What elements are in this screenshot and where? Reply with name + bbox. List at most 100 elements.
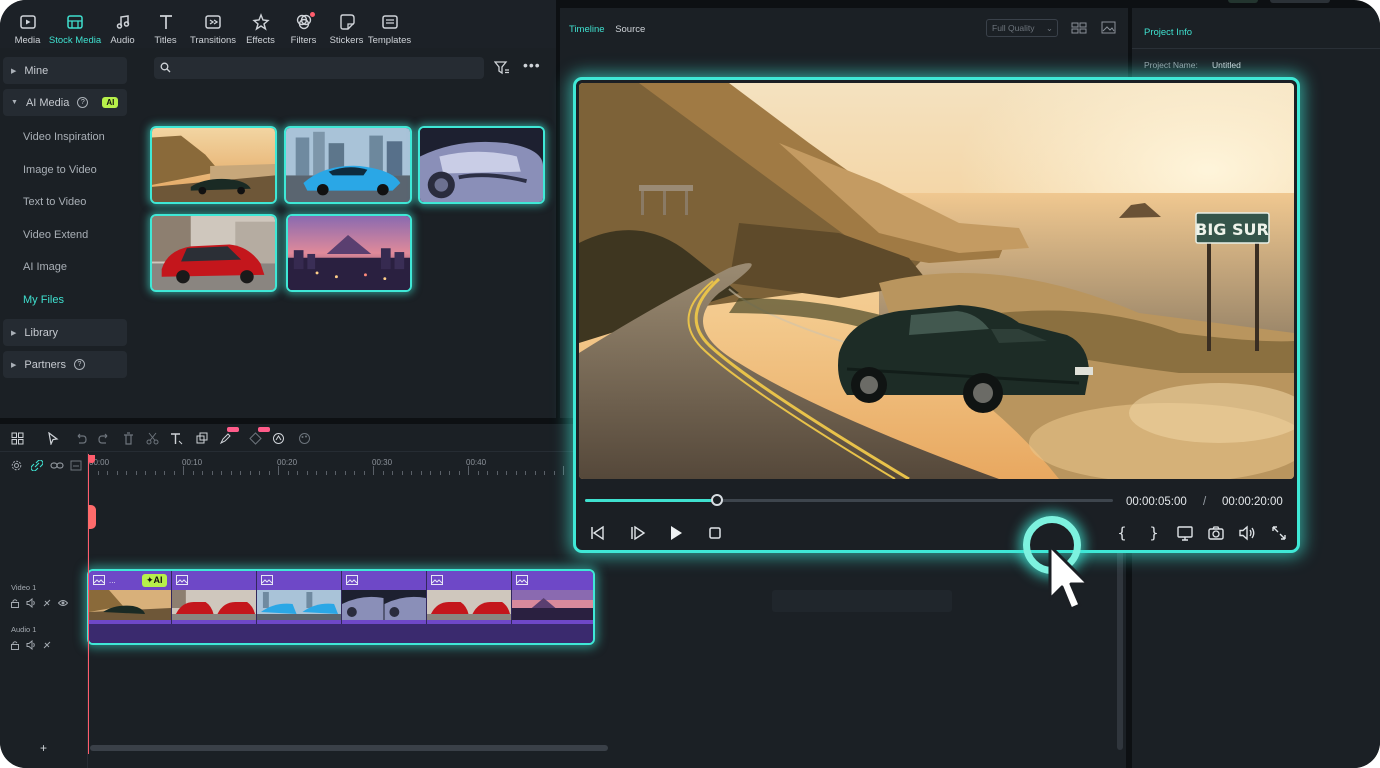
tool-media[interactable]: Media bbox=[6, 0, 49, 48]
horizontal-scrollbar[interactable] bbox=[90, 745, 608, 751]
add-track-button[interactable]: + bbox=[40, 741, 47, 755]
video-clip-group[interactable]: ... ✦AI bbox=[87, 569, 595, 645]
tab-timeline[interactable]: Timeline bbox=[569, 24, 605, 35]
link-off-icon[interactable] bbox=[42, 640, 52, 650]
redo-icon[interactable] bbox=[98, 432, 111, 445]
thumbnail-image bbox=[152, 128, 275, 202]
nav-ai-media[interactable]: ▼ AI Media ? AI bbox=[3, 89, 127, 116]
next-frame-button[interactable] bbox=[629, 524, 647, 542]
media-thumb-coastal-car[interactable] bbox=[150, 126, 277, 204]
tab-source[interactable]: Source bbox=[615, 24, 645, 35]
clip-1[interactable]: ... ✦AI bbox=[89, 571, 171, 624]
quality-value: Full Quality bbox=[992, 23, 1035, 33]
nav-image-to-video[interactable]: Image to Video bbox=[0, 154, 140, 187]
help-icon[interactable]: ? bbox=[77, 97, 89, 108]
expand-triangle-icon: ▶ bbox=[11, 67, 17, 75]
tool-media-label: Media bbox=[14, 35, 41, 46]
stop-button[interactable] bbox=[706, 524, 724, 542]
chain-link-icon[interactable] bbox=[50, 460, 64, 471]
search-input[interactable] bbox=[154, 57, 484, 79]
undo-icon[interactable] bbox=[74, 432, 87, 445]
mark-out-button[interactable]: } bbox=[1145, 524, 1163, 542]
subtitle-track-icon[interactable] bbox=[70, 460, 82, 471]
color-palette-icon[interactable] bbox=[298, 432, 311, 445]
link-icon[interactable] bbox=[31, 460, 43, 471]
tool-transitions[interactable]: Transitions bbox=[187, 0, 239, 48]
top-action-button[interactable] bbox=[1228, 0, 1258, 3]
top-export-button[interactable] bbox=[1270, 0, 1330, 3]
settings-gear-icon[interactable] bbox=[11, 460, 22, 471]
nav-mine[interactable]: ▶ Mine bbox=[3, 57, 127, 84]
playback-progress-bar[interactable] bbox=[585, 494, 1113, 506]
fullscreen-button[interactable] bbox=[1270, 524, 1288, 542]
video-track-controls bbox=[10, 598, 68, 608]
tool-effects[interactable]: Effects bbox=[239, 0, 282, 48]
tool-stock-media[interactable]: Stock Media bbox=[49, 0, 101, 48]
previous-frame-button[interactable] bbox=[588, 524, 606, 542]
play-icon bbox=[671, 526, 682, 540]
volume-icon[interactable] bbox=[26, 598, 36, 608]
nav-video-extend[interactable]: Video Extend bbox=[0, 219, 140, 252]
video-frame[interactable]: BIG SUR bbox=[579, 83, 1294, 479]
crop-icon[interactable] bbox=[195, 432, 208, 445]
lock-icon[interactable] bbox=[10, 598, 20, 608]
nav-my-files[interactable]: My Files bbox=[0, 284, 140, 317]
stickers-icon bbox=[339, 14, 355, 30]
nav-video-inspiration[interactable]: Video Inspiration bbox=[0, 121, 140, 154]
tool-audio[interactable]: Audio bbox=[101, 0, 144, 48]
ai-magic-icon[interactable] bbox=[272, 432, 285, 445]
tool-stickers[interactable]: Stickers bbox=[325, 0, 368, 48]
cut-scissors-icon[interactable] bbox=[146, 432, 159, 445]
display-settings-button[interactable] bbox=[1176, 524, 1194, 542]
clip-6[interactable] bbox=[511, 571, 593, 624]
select-pointer-icon[interactable] bbox=[47, 432, 60, 445]
nav-ai-image[interactable]: AI Image bbox=[0, 251, 140, 284]
lock-icon[interactable] bbox=[10, 640, 20, 650]
quality-dropdown[interactable]: Full Quality ⌄ bbox=[986, 19, 1058, 37]
text-tool-icon[interactable] bbox=[170, 432, 183, 445]
marker-pen-icon[interactable] bbox=[219, 432, 232, 445]
image-view-icon[interactable] bbox=[1101, 21, 1116, 34]
filter-icon[interactable] bbox=[494, 60, 510, 76]
clip-4[interactable] bbox=[341, 571, 426, 624]
play-button[interactable] bbox=[667, 524, 685, 542]
clip-3[interactable] bbox=[256, 571, 341, 624]
current-time: 00:00:05:00 bbox=[1126, 496, 1187, 508]
playhead-handle[interactable] bbox=[88, 455, 95, 463]
thumbnail-image bbox=[288, 216, 410, 290]
nav-library[interactable]: ▶ Library bbox=[3, 319, 127, 346]
media-thumb-silver-sportscar[interactable] bbox=[418, 126, 545, 204]
media-thumb-city-sunset[interactable] bbox=[286, 214, 412, 292]
link-off-icon[interactable] bbox=[42, 598, 52, 608]
tool-templates[interactable]: Templates bbox=[368, 0, 411, 48]
progress-scrubber-handle[interactable] bbox=[711, 494, 723, 506]
project-info-title[interactable]: Project Info bbox=[1144, 27, 1192, 38]
clip-2[interactable] bbox=[171, 571, 256, 624]
linked-audio-row[interactable] bbox=[89, 624, 593, 643]
eye-icon[interactable] bbox=[58, 598, 68, 608]
new-badge bbox=[258, 427, 270, 432]
keyframe-icon[interactable] bbox=[249, 432, 262, 445]
clip-5[interactable] bbox=[426, 571, 511, 624]
tool-filters[interactable]: Filters bbox=[282, 0, 325, 48]
clip-thumbnail-strip bbox=[512, 590, 593, 620]
volume-icon[interactable] bbox=[26, 640, 36, 650]
volume-button[interactable] bbox=[1238, 524, 1256, 542]
more-options-icon[interactable]: ••• bbox=[523, 57, 541, 73]
grid-view-icon[interactable] bbox=[1071, 22, 1087, 34]
vertical-scrollbar[interactable] bbox=[1117, 540, 1123, 750]
help-icon[interactable]: ? bbox=[73, 359, 85, 370]
nav-text-to-video[interactable]: Text to Video bbox=[0, 186, 140, 219]
image-clip-icon bbox=[176, 575, 188, 585]
snapshot-button[interactable] bbox=[1207, 524, 1225, 542]
media-thumb-blue-supercar[interactable] bbox=[284, 126, 412, 204]
delete-icon[interactable] bbox=[122, 432, 135, 445]
layout-grid-icon[interactable] bbox=[11, 432, 24, 445]
playhead-drag-tab[interactable] bbox=[88, 505, 96, 529]
nav-partners[interactable]: ▶ Partners ? bbox=[3, 351, 127, 378]
clip-thumbnail-strip bbox=[342, 590, 426, 620]
top-toolbar: Media Stock Media Audio Titles Transitio… bbox=[0, 0, 556, 48]
mark-in-button[interactable]: { bbox=[1113, 524, 1131, 542]
media-thumb-red-hatchback[interactable] bbox=[150, 214, 277, 292]
tool-titles[interactable]: Titles bbox=[144, 0, 187, 48]
